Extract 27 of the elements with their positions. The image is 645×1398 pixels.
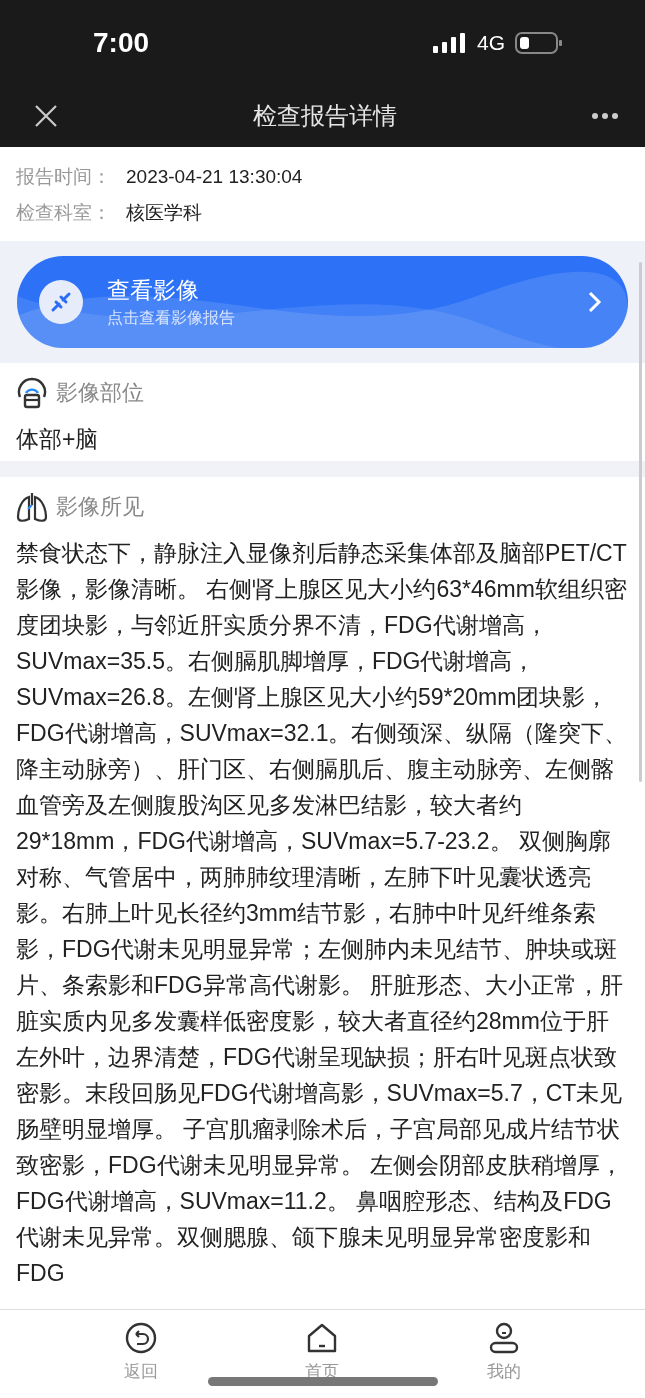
tab-item[interactable]: 我的 (479, 1310, 530, 1398)
user-icon (488, 1322, 521, 1354)
banner-subtitle: 点击查看影像报告 (107, 308, 236, 328)
clock-time: 7:00 (93, 26, 150, 59)
tab-item[interactable]: 返回 (115, 1310, 166, 1398)
section-text: 体部+脑 (16, 425, 100, 454)
lungs-icon (16, 491, 48, 523)
link-glyph-icon (49, 290, 73, 314)
page-title: 检查报告详情 (252, 101, 397, 131)
field-label: 报告时间： (16, 165, 112, 189)
section-title: 影像所见 (56, 493, 144, 521)
home-icon (306, 1322, 339, 1354)
section-text: 禁食状态下，静脉注入显像剂后静态采集体部及脑部PET/CT影像，影像清晰。 右侧肾上腺区见大小约63*46mm软组织密度团块影，与邻近肝实质分界不清，FDG代谢增高，SUVmax=35.5。右侧膈肌脚增厚，FDG代谢增高，SUVmax=26.8。左侧肾上腺区见大小约59*20mm团块影，FDG代谢增高，SUVmax=32.1。右侧颈深、纵隔（隆突下、降主动脉旁）、肝门区、右侧膈肌后、腹主动脉旁、左侧髂血管旁及左侧腹股沟区见多发淋巴结影，较大者约29*18mm，FDG代谢增高，SUVmax=5.7-23.2。 双侧胸廓对称、气管居中，两肺肺纹理清晰，左肺下叶见囊状透亮影。右肺上叶见长径约3mm结节影，右肺中叶见纤维条索影，FDG代谢未见明显异常；左侧肺内未见结节、肿块或斑片、条索影和FDG异常高代谢影。 肝脏形态、大小正常，肝脏实质内见多发囊样低密度影，较大者直径约28mm位于肝左外叶，边界清楚，FDG代谢呈现缺损；肝右叶见斑点状致密影。末段回肠见FDG代谢增高影，SUVmax=5.7，CT未见肠壁明显增厚。 子宫肌瘤剥除术后，子宫局部见成片结节状致密影，FDG代谢未见明显异常。 左侧会阴部皮肤稍增厚，FDG代谢增高，SUVmax=11.2。 鼻咽腔形态、结构及FDG代谢未见异常。双侧腮腺、颌下腺未见明显异常密度影和FDG (16, 539, 629, 1288)
banner-title: 查看影像 (107, 276, 200, 305)
field-label: 检查科室： (16, 201, 112, 225)
battery-icon (515, 31, 563, 54)
back-icon (124, 1322, 157, 1354)
field-value: 核医学科 (126, 201, 202, 225)
network-type: 4G (477, 30, 505, 55)
chevron-right-icon (588, 291, 602, 313)
close-icon (34, 104, 58, 128)
scanner-icon (16, 377, 48, 409)
field-value: 2023-04-21 13:30:04 (126, 166, 303, 188)
section-title: 影像部位 (56, 379, 144, 407)
more-icon (591, 112, 619, 120)
signal-icon (433, 32, 467, 53)
view-images-banner[interactable]: 查看影像 点击查看影像报告 (17, 256, 628, 348)
